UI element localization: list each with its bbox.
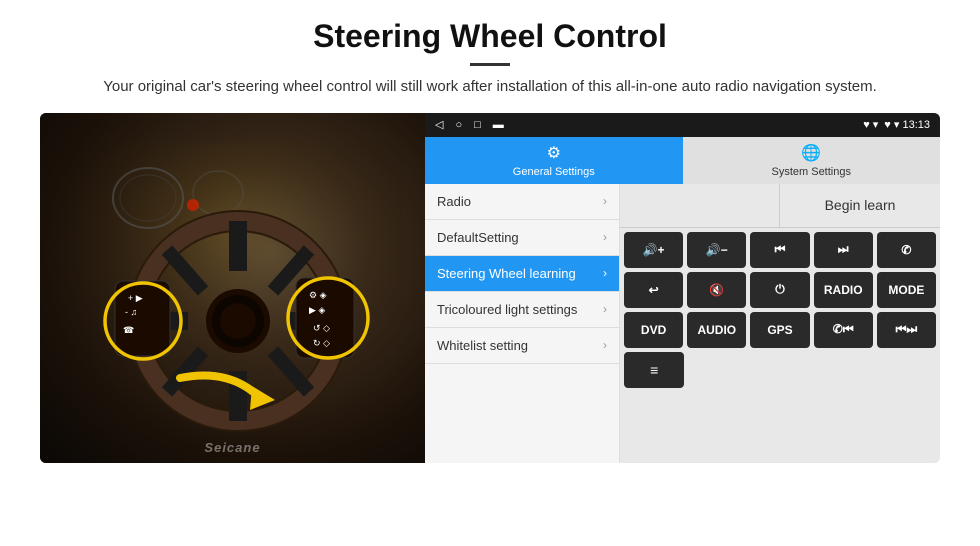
svg-text:↻ ◇: ↻ ◇ — [313, 338, 330, 348]
back-icon: ◁ — [435, 118, 443, 131]
next-track-icon: ⏭ — [838, 242, 849, 257]
menu-default-label: DefaultSetting — [437, 230, 519, 245]
content-area: + ▶ - ♫ ☎ ⚙ ◈ ▶ ◈ ↺ ◇ ↻ ◇ — [40, 113, 940, 463]
tab-system-settings[interactable]: 🌐 System Settings — [683, 137, 941, 184]
android-panel: ◁ ○ □ ▬ ♥ ▾ ♥ ▾ 13:13 ⚙ General Settings… — [425, 113, 940, 463]
right-control-panel: Begin learn 🔊+ 🔊− ⏮ — [620, 184, 940, 463]
phone-button[interactable]: ✆ — [877, 232, 936, 268]
tab-system-label: System Settings — [772, 166, 851, 178]
menu-item-tricoloured[interactable]: Tricoloured light settings › — [425, 292, 619, 328]
menu-whitelist-label: Whitelist setting — [437, 338, 528, 353]
menu-list-button[interactable]: ≡ — [624, 352, 684, 388]
control-grid-row2: ↩ 🔇 ⏻ RADIO MODE — [620, 272, 940, 312]
chevron-icon: › — [603, 302, 607, 316]
top-row: Begin learn — [620, 184, 940, 228]
vol-up-icon: 🔊+ — [643, 243, 665, 257]
blank-area — [620, 184, 780, 227]
tab-general-settings[interactable]: ⚙ General Settings — [425, 137, 683, 184]
yellow-arrow-icon — [170, 358, 290, 438]
gps-label: GPS — [767, 323, 792, 337]
recent-icon: □ — [474, 119, 481, 131]
page-title: Steering Wheel Control — [313, 18, 667, 55]
screenshot-icon: ▬ — [493, 119, 504, 131]
svg-text:- ♫: - ♫ — [125, 307, 137, 317]
power-icon: ⏻ — [775, 282, 785, 297]
radio-button[interactable]: RADIO — [814, 272, 873, 308]
seicane-watermark: Seicane — [204, 440, 260, 455]
page-subtitle: Your original car's steering wheel contr… — [103, 76, 877, 99]
menu-item-default-setting[interactable]: DefaultSetting › — [425, 220, 619, 256]
menu-radio-label: Radio — [437, 194, 471, 209]
control-grid-row1: 🔊+ 🔊− ⏮ ⏭ ✆ — [620, 228, 940, 272]
prev-track-icon: ⏮ — [775, 242, 786, 257]
vol-down-icon: 🔊− — [706, 243, 728, 257]
settings-main: Radio › DefaultSetting › Steering Wheel … — [425, 184, 940, 463]
signal-icon: ♥ ▾ — [863, 118, 878, 131]
status-bar-right: ♥ ▾ ♥ ▾ 13:13 — [863, 118, 930, 131]
chevron-icon: › — [603, 266, 607, 280]
general-settings-icon: ⚙ — [547, 143, 561, 163]
dvd-label: DVD — [641, 323, 666, 337]
system-settings-icon: 🌐 — [801, 143, 821, 163]
clock: ♥ ▾ 13:13 — [884, 118, 930, 131]
page-container: Steering Wheel Control Your original car… — [0, 0, 980, 546]
menu-item-radio[interactable]: Radio › — [425, 184, 619, 220]
menu-item-whitelist[interactable]: Whitelist setting › — [425, 328, 619, 364]
seek-button[interactable]: ⏮⏭ — [877, 312, 936, 348]
control-last-row: ≡ — [620, 352, 940, 392]
menu-item-steering-wheel[interactable]: Steering Wheel learning › — [425, 256, 619, 292]
svg-text:☎: ☎ — [123, 325, 134, 335]
prev-track-button[interactable]: ⏮ — [750, 232, 809, 268]
audio-label: AUDIO — [697, 323, 736, 337]
menu-steering-label: Steering Wheel learning — [437, 266, 576, 281]
home-icon: ○ — [455, 119, 462, 131]
chevron-icon: › — [603, 194, 607, 208]
call-accept-icon: ↩ — [649, 283, 659, 297]
control-grid-row3: DVD AUDIO GPS ✆⏮ ⏮⏭ — [620, 312, 940, 352]
seek-icon: ⏮⏭ — [896, 322, 918, 337]
mute-icon: 🔇 — [709, 283, 724, 297]
vol-down-button[interactable]: 🔊− — [687, 232, 746, 268]
mode-label: MODE — [888, 283, 924, 297]
phone-prev-button[interactable]: ✆⏮ — [814, 312, 873, 348]
dvd-button[interactable]: DVD — [624, 312, 683, 348]
menu-list-icon: ≡ — [650, 362, 658, 378]
mode-button[interactable]: MODE — [877, 272, 936, 308]
gps-button[interactable]: GPS — [750, 312, 809, 348]
phone-icon: ✆ — [901, 243, 911, 257]
svg-text:▶ ◈: ▶ ◈ — [309, 305, 325, 315]
power-button[interactable]: ⏻ — [750, 272, 809, 308]
vol-up-button[interactable]: 🔊+ — [624, 232, 683, 268]
left-menu: Radio › DefaultSetting › Steering Wheel … — [425, 184, 620, 463]
chevron-icon: › — [603, 230, 607, 244]
status-bar-left: ◁ ○ □ ▬ — [435, 118, 504, 131]
mute-button[interactable]: 🔇 — [687, 272, 746, 308]
svg-text:⚙ ◈: ⚙ ◈ — [309, 290, 327, 300]
car-image: + ▶ - ♫ ☎ ⚙ ◈ ▶ ◈ ↺ ◇ ↻ ◇ — [40, 113, 425, 463]
audio-button[interactable]: AUDIO — [687, 312, 746, 348]
phone-prev-icon: ✆⏮ — [833, 322, 854, 337]
radio-label: RADIO — [824, 283, 863, 297]
car-image-inner: + ▶ - ♫ ☎ ⚙ ◈ ▶ ◈ ↺ ◇ ↻ ◇ — [40, 113, 425, 463]
title-divider — [470, 63, 510, 66]
begin-learn-button[interactable]: Begin learn — [780, 184, 940, 227]
svg-text:↺ ◇: ↺ ◇ — [313, 323, 330, 333]
chevron-icon: › — [603, 338, 607, 352]
call-accept-button[interactable]: ↩ — [624, 272, 683, 308]
tab-general-label: General Settings — [513, 166, 595, 178]
menu-tricoloured-label: Tricoloured light settings — [437, 302, 577, 317]
svg-text:+ ▶: + ▶ — [128, 293, 143, 303]
next-track-button[interactable]: ⏭ — [814, 232, 873, 268]
status-bar: ◁ ○ □ ▬ ♥ ▾ ♥ ▾ 13:13 — [425, 113, 940, 137]
settings-tabs: ⚙ General Settings 🌐 System Settings — [425, 137, 940, 184]
